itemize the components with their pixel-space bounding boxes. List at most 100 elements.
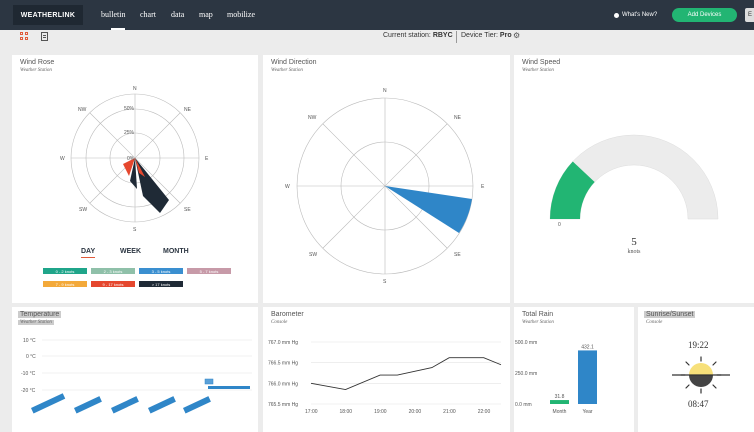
rain-bar	[550, 400, 569, 404]
wind-direction-card: Wind Direction Weather Station N NE E SE…	[263, 55, 510, 303]
wind-rose-card: Wind Rose Weather Station N NE E SE S SW…	[12, 55, 258, 303]
x-tick-label: 20:00	[409, 409, 422, 415]
ring-label-25: 25%	[124, 130, 135, 136]
y-tick-label: -20 °C	[21, 388, 36, 394]
legend-item[interactable]: 9 - 17 knots	[91, 281, 135, 287]
sunrise-time: 08:47	[688, 399, 709, 409]
total-rain-card: Total Rain Weather Station 500.0 mm 250.0…	[514, 307, 634, 432]
legend-item[interactable]: > 17 knots	[139, 281, 183, 287]
y-tick-label: 0.0 mm	[515, 402, 532, 408]
dir-label-s: S	[383, 279, 387, 285]
y-tick-label: 766.5 mm Hg	[268, 361, 298, 367]
temperature-card: Temperature Weather Station 10 °C 0 °C -…	[12, 307, 258, 432]
x-tick-label: 19:00	[374, 409, 387, 415]
wind-rose-chart: N NE E SE S SW W NW 50% 25% 0%	[60, 86, 209, 233]
ring-label-0: 0%	[127, 156, 135, 162]
legend-item[interactable]: 3 - 5 knots	[139, 268, 183, 274]
active-period-underline	[81, 257, 95, 258]
dir-label-n: N	[133, 86, 137, 92]
dir-label-ne: NE	[454, 115, 462, 121]
y-tick-label: 0 °C	[26, 354, 36, 360]
period-month-tab[interactable]: MONTH	[163, 248, 189, 255]
y-tick-label: 767.0 mm Hg	[268, 340, 298, 346]
station-bar: Current station: RBYC Device Tier: Pro ⚙	[0, 30, 754, 44]
top-nav: WEATHERLINK bulletin chart data map mobi…	[0, 0, 754, 30]
dir-label-n: N	[383, 88, 387, 94]
dir-label-se: SE	[184, 207, 191, 213]
barometer-card: Barometer Console 767.0 mm Hg 766.5 mm Hg…	[263, 307, 510, 432]
nav-chart[interactable]: chart	[140, 10, 156, 19]
whats-new-link[interactable]: What's New?	[622, 12, 657, 18]
dir-label-sw: SW	[79, 207, 87, 213]
nav-mobilize[interactable]: mobilize	[227, 10, 255, 19]
wind-direction-compass: N NE E SE S SW W NW	[285, 88, 485, 285]
wind-speed-gauge: 0	[549, 134, 719, 228]
y-tick-label: 766.0 mm Hg	[268, 381, 298, 387]
sun-icon	[672, 356, 730, 394]
document-view-icon[interactable]	[41, 32, 48, 41]
dir-label-nw: NW	[308, 115, 317, 121]
dir-label-e: E	[481, 184, 485, 190]
gauge-min-label: 0	[558, 222, 561, 228]
temperature-mark	[148, 396, 176, 414]
dir-label-s: S	[133, 227, 137, 233]
ring-label-50: 50%	[124, 106, 135, 112]
temperature-mark	[74, 396, 102, 414]
y-tick-label: 765.5 mm Hg	[268, 402, 298, 408]
user-menu-button[interactable]: E	[745, 8, 754, 22]
y-tick-label: 500.0 mm	[515, 340, 537, 346]
temperature-chart: 10 °C 0 °C -10 °C -20 °C	[21, 338, 252, 414]
temperature-mark	[183, 396, 211, 414]
dir-label-e: E	[205, 156, 209, 162]
dir-label-sw: SW	[309, 252, 317, 258]
x-tick-label: 18:00	[340, 409, 353, 415]
x-tick-label: 21:00	[443, 409, 456, 415]
rain-bar	[578, 350, 597, 404]
nav-map[interactable]: map	[199, 10, 213, 19]
x-tick-label: Month	[553, 409, 567, 415]
barometer-chart: 767.0 mm Hg 766.5 mm Hg 766.0 mm Hg 765.5 m…	[268, 340, 502, 415]
tier-label: Device Tier:	[461, 32, 498, 39]
add-devices-button[interactable]: Add Devices	[672, 8, 737, 22]
legend-item[interactable]: 7 - 9 knots	[43, 281, 87, 287]
temperature-current-bar	[208, 386, 250, 389]
y-tick-label: 10 °C	[23, 338, 36, 344]
gear-icon[interactable]: ⚙	[513, 31, 520, 40]
current-station: Current station: RBYC	[383, 32, 453, 39]
wind-direction-sector	[385, 186, 472, 233]
y-tick-label: 250.0 mm	[515, 371, 537, 377]
wind-speed-value: 5	[631, 236, 637, 248]
bar-value-label: 432.1	[581, 344, 594, 350]
dir-label-w: W	[60, 156, 65, 162]
station-value: RBYC	[432, 32, 453, 39]
legend-item[interactable]: 0 - 2 knots	[43, 268, 87, 274]
dir-label-nw: NW	[78, 107, 87, 113]
dir-label-ne: NE	[184, 107, 192, 113]
y-tick-label: -10 °C	[21, 371, 36, 377]
divider	[456, 31, 457, 43]
temperature-marker-icon	[204, 378, 214, 385]
bar-value-label: 31.8	[555, 394, 565, 400]
temperature-mark	[111, 396, 139, 414]
station-label: Current station:	[383, 32, 431, 39]
wind-speed-unit: knots	[627, 249, 641, 255]
temperature-mark	[31, 393, 66, 414]
x-tick-label: Year	[582, 409, 592, 415]
legend-item[interactable]: 5 - 7 knots	[187, 268, 231, 274]
sunrise-sunset-card: Sunrise/Sunset Console 19:22 08:47	[638, 307, 754, 432]
dir-label-se: SE	[454, 252, 461, 258]
rose-petal-se	[135, 158, 169, 213]
wind-speed-card: Wind Speed Weather Station 0 5 knots	[514, 55, 754, 303]
x-tick-label: 22:00	[478, 409, 491, 415]
device-tier: Device Tier: Pro	[461, 32, 512, 39]
weatherlink-logo[interactable]: WEATHERLINK	[13, 5, 83, 25]
x-tick-label: 17:00	[305, 409, 318, 415]
period-week-tab[interactable]: WEEK	[120, 248, 141, 255]
tier-value: Pro	[499, 32, 512, 39]
legend-item[interactable]: 2 - 3 knots	[91, 268, 135, 274]
total-rain-chart: 500.0 mm 250.0 mm 0.0 mm 31.8 Month 432.1 Year	[515, 340, 597, 415]
period-day-tab[interactable]: DAY	[81, 248, 95, 255]
nav-bulletin[interactable]: bulletin	[101, 10, 125, 19]
nav-data[interactable]: data	[171, 10, 184, 19]
grid-view-icon[interactable]	[20, 32, 28, 40]
